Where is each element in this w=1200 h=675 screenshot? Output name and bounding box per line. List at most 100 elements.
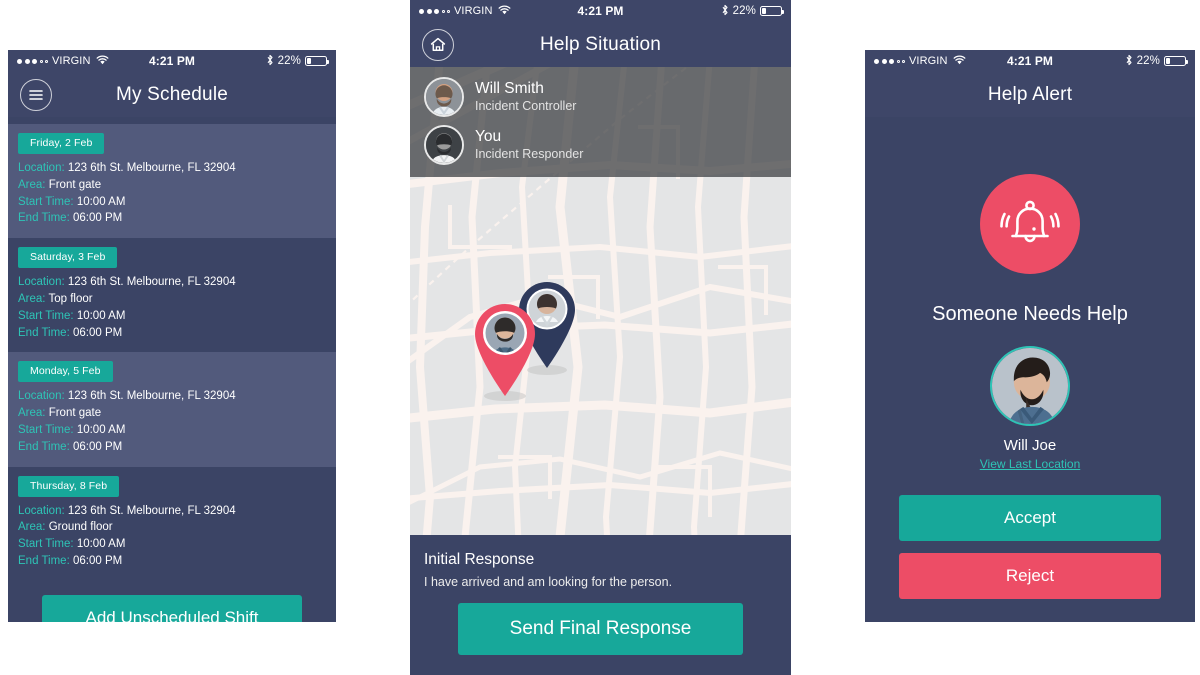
shift-start-value: 10:00 AM	[76, 309, 126, 322]
shift-start: Start Time: 10:00 AM	[18, 308, 326, 325]
alert-navbar: Help Alert	[865, 72, 1195, 117]
add-unscheduled-shift-button[interactable]: Add Unscheduled Shift	[42, 594, 302, 622]
shift-start: Start Time: 10:00 AM	[18, 194, 326, 211]
shift-end-label: End Time:	[18, 212, 70, 225]
shift-start-value: 10:00 AM	[76, 195, 126, 208]
wifi-icon	[953, 55, 966, 68]
battery-icon	[305, 55, 330, 67]
schedule-navbar: My Schedule	[8, 72, 336, 117]
shift-location-label: Location:	[18, 276, 65, 289]
shift-area: Area: Ground floor	[18, 519, 326, 536]
shift-row[interactable]: Thursday, 8 Feb Location: 123 6th St. Me…	[8, 466, 336, 581]
shift-area: Area: Front gate	[18, 177, 326, 194]
status-bar-right: 22%	[1125, 54, 1189, 69]
shift-row[interactable]: Monday, 5 Feb Location: 123 6th St. Melb…	[8, 352, 336, 467]
shift-location-value: 123 6th St. Melbourne, FL 32904	[67, 504, 236, 517]
shift-day-chip: Friday, 2 Feb	[18, 133, 105, 154]
status-bar-right: 22%	[721, 4, 785, 19]
shift-end: End Time: 06:00 PM	[18, 553, 326, 570]
shift-day-chip: Monday, 5 Feb	[18, 361, 113, 383]
phone-schedule-screen: VIRGIN 4:21 PM 22% My Schedule Friday, 2…	[8, 50, 336, 622]
status-bar-right: 22%	[266, 54, 330, 69]
shift-area-value: Ground floor	[48, 521, 113, 534]
shift-area-label: Area:	[18, 178, 46, 191]
shift-row[interactable]: Saturday, 3 Feb Location: 123 6th St. Me…	[8, 238, 336, 353]
person-name: You	[475, 128, 502, 146]
alert-headline: Someone Needs Help	[932, 303, 1128, 325]
person-role: Incident Responder	[475, 146, 584, 161]
carrier-label: VIRGIN	[454, 5, 493, 17]
person-row[interactable]: Will Smith Incident Controller	[410, 73, 791, 121]
status-bar-left: VIRGIN	[419, 5, 511, 18]
shift-start-value: 10:00 AM	[76, 423, 126, 436]
shift-end-value: 06:00 PM	[72, 440, 123, 453]
alert-person-name: Will Joe	[1003, 437, 1057, 454]
initial-response-panel: Initial Response I have arrived and am l…	[410, 535, 791, 675]
shift-start-label: Start Time:	[18, 309, 74, 322]
map-pin-group	[468, 280, 598, 401]
battery-percent-label: 22%	[732, 5, 756, 17]
home-icon[interactable]	[422, 28, 454, 61]
battery-percent-label: 22%	[1136, 55, 1160, 67]
shift-area: Area: Front gate	[18, 405, 326, 422]
view-last-location-link[interactable]: View Last Location	[980, 457, 1081, 471]
phone-help-situation-screen: VIRGIN 4:21 PM 22% Help Situation Will S…	[410, 0, 791, 675]
shift-area-label: Area:	[18, 292, 46, 305]
help-body: Will Smith Incident Controller You Incid…	[410, 67, 791, 675]
shift-location: Location: 123 6th St. Melbourne, FL 3290…	[18, 274, 326, 291]
person-text: Will Smith Incident Controller	[475, 80, 576, 113]
shift-location: Location: 123 6th St. Melbourne, FL 3290…	[18, 388, 326, 405]
page-title: Help Situation	[539, 33, 662, 55]
shift-start-value: 10:00 AM	[76, 538, 126, 551]
shift-area-value: Front gate	[48, 407, 102, 420]
hamburger-menu-icon[interactable]	[20, 78, 52, 111]
avatar	[424, 125, 464, 165]
phone-help-alert-screen: VIRGIN 4:21 PM 22% Help Alert Someone Ne…	[865, 50, 1195, 622]
battery-percent-label: 22%	[277, 55, 301, 67]
page-title: My Schedule	[115, 83, 229, 105]
shift-location-value: 123 6th St. Melbourne, FL 32904	[67, 162, 236, 174]
shift-start-label: Start Time:	[18, 538, 74, 551]
shift-day-chip: Saturday, 3 Feb	[18, 247, 118, 269]
shift-location: Location: 123 6th St. Melbourne, FL 3290…	[18, 503, 326, 520]
carrier-label: VIRGIN	[52, 55, 91, 67]
shift-location-label: Location:	[18, 390, 65, 403]
shift-start-label: Start Time:	[18, 423, 74, 436]
bluetooth-icon	[266, 54, 274, 69]
shift-location-label: Location:	[18, 162, 65, 174]
person-name: Will Smith	[475, 80, 544, 98]
status-bar: VIRGIN 4:21 PM 22%	[865, 50, 1195, 72]
status-bar: VIRGIN 4:21 PM 22%	[410, 0, 791, 22]
alert-bell-icon	[980, 174, 1080, 274]
shift-end: End Time: 06:00 PM	[18, 210, 326, 227]
shift-end-label: End Time:	[18, 326, 70, 339]
page-title: Help Alert	[987, 83, 1073, 105]
shift-day-chip: Thursday, 8 Feb	[18, 475, 120, 497]
signal-strength-icon	[17, 58, 48, 64]
shift-end-value: 06:00 PM	[72, 326, 123, 339]
shift-row[interactable]: Friday, 2 Feb Location: 123 6th St. Melb…	[8, 124, 336, 239]
shift-end-value: 06:00 PM	[72, 554, 123, 567]
shift-start: Start Time: 10:00 AM	[18, 536, 326, 553]
signal-strength-icon	[874, 58, 905, 64]
map-pin-responder[interactable]	[468, 302, 542, 402]
battery-icon	[760, 5, 785, 17]
shift-area: Area: Top floor	[18, 291, 326, 308]
shift-list: Friday, 2 Feb Location: 123 6th St. Melb…	[8, 117, 336, 581]
person-row[interactable]: You Incident Responder	[410, 121, 791, 169]
screenshot-canvas: VIRGIN 4:21 PM 22% My Schedule Friday, 2…	[0, 0, 1200, 675]
bluetooth-icon	[1125, 54, 1133, 69]
response-message: I have arrived and am looking for the pe…	[424, 575, 673, 589]
battery-icon	[1164, 55, 1189, 67]
incident-people-list: Will Smith Incident Controller You Incid…	[410, 67, 791, 177]
shift-location-value: 123 6th St. Melbourne, FL 32904	[67, 390, 236, 403]
reject-button[interactable]: Reject	[899, 553, 1161, 599]
accept-button[interactable]: Accept	[899, 495, 1161, 541]
shift-location-value: 123 6th St. Melbourne, FL 32904	[67, 276, 236, 289]
send-final-response-button[interactable]: Send Final Response	[458, 603, 743, 655]
wifi-icon	[498, 5, 511, 18]
bluetooth-icon	[721, 4, 729, 19]
wifi-icon	[96, 55, 109, 68]
carrier-label: VIRGIN	[909, 55, 948, 67]
shift-end-label: End Time:	[18, 440, 70, 453]
